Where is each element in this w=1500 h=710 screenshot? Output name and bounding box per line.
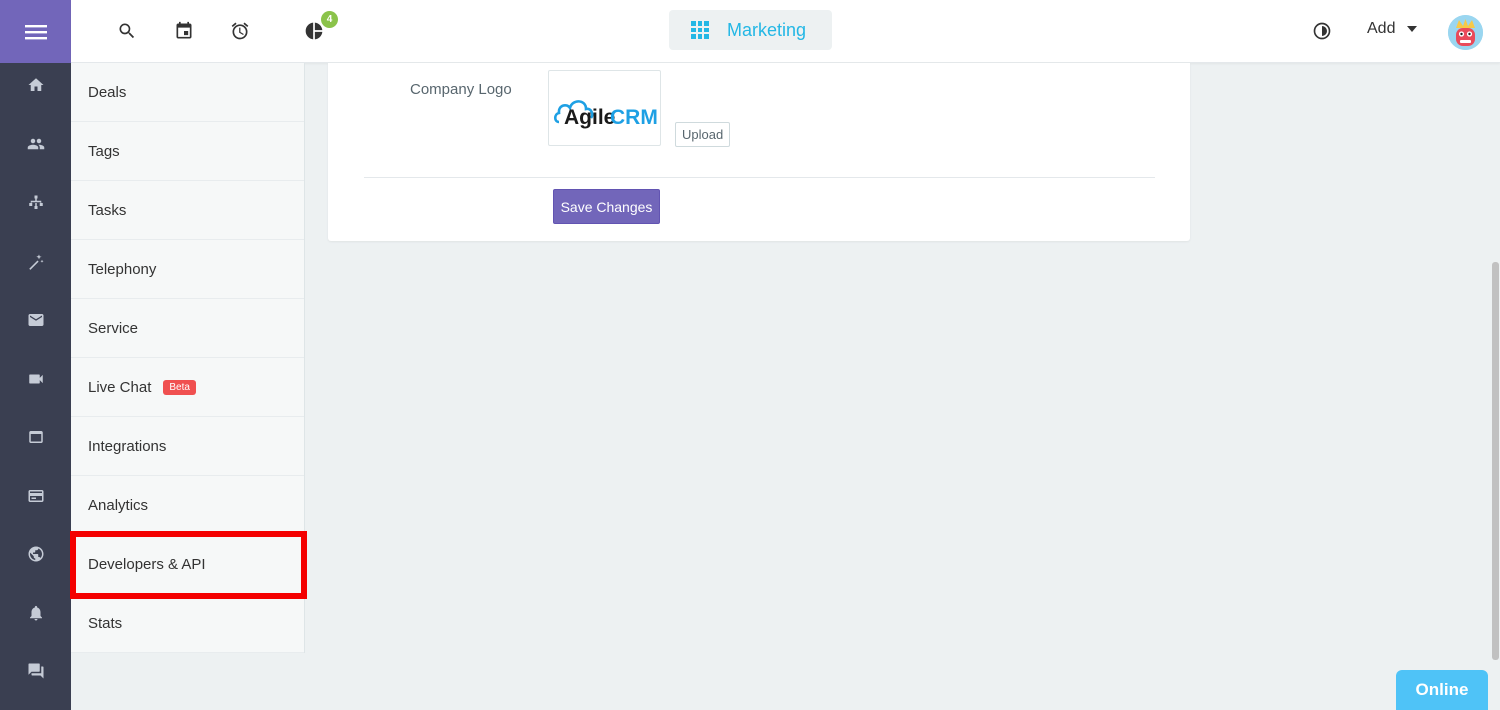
add-label: Add xyxy=(1367,20,1396,37)
agilecrm-logo: Agile CRM xyxy=(553,100,657,129)
sidebar-item-label: Tags xyxy=(88,142,120,160)
menu-toggle-button[interactable] xyxy=(0,0,71,63)
nav-home[interactable] xyxy=(0,70,71,100)
alarm-icon xyxy=(231,22,249,40)
sidebar-item-integrations[interactable]: Integrations xyxy=(71,417,304,476)
home-icon xyxy=(28,78,43,91)
avatar-icon xyxy=(1448,15,1483,50)
add-dropdown[interactable]: Add xyxy=(1367,20,1418,38)
sidebar-item-label: Live Chat xyxy=(88,378,152,396)
globe-icon xyxy=(28,546,43,562)
nav-web[interactable] xyxy=(0,539,71,569)
logo-text-agile: Agile xyxy=(564,106,615,129)
sidebar-item-label: Stats xyxy=(88,614,123,632)
form-divider xyxy=(364,177,1155,178)
nav-companies[interactable] xyxy=(0,188,71,218)
magic-wand-icon xyxy=(28,254,43,270)
nav-landing-pages[interactable] xyxy=(0,422,71,452)
sidebar-item-stats[interactable]: Stats xyxy=(71,594,304,653)
sidebar-item-tasks[interactable]: Tasks xyxy=(71,181,304,240)
online-chat-widget[interactable]: Online xyxy=(1396,670,1488,710)
top-header: 4 Marketing Add xyxy=(71,0,1500,63)
caret-down-icon xyxy=(1407,26,1418,32)
window-icon xyxy=(28,431,43,443)
sidebar-item-label: Deals xyxy=(88,83,127,101)
chat-icon xyxy=(28,663,43,679)
nav-forms[interactable] xyxy=(0,481,71,511)
contacts-icon xyxy=(27,138,44,150)
card-icon xyxy=(28,490,43,502)
sidebar-item-live-chat[interactable]: Live Chat Beta xyxy=(71,358,304,417)
video-icon xyxy=(28,374,43,384)
account-settings-panel: Company Logo Agile CRM Upload Save Chang… xyxy=(328,63,1190,241)
pie-chart-icon xyxy=(305,22,323,40)
bell-icon xyxy=(29,605,42,621)
notification-count-badge: 4 xyxy=(321,11,338,28)
sidebar-item-developers-api[interactable]: Developers & API xyxy=(71,535,304,594)
sidebar-item-tags[interactable]: Tags xyxy=(71,122,304,181)
contrast-icon xyxy=(1313,22,1331,40)
nav-contacts[interactable] xyxy=(0,129,71,159)
sidebar-item-analytics[interactable]: Analytics xyxy=(71,476,304,535)
nav-chat[interactable] xyxy=(0,656,71,686)
icon-rail xyxy=(0,0,71,710)
mail-icon xyxy=(28,314,43,326)
beta-badge: Beta xyxy=(163,379,196,395)
user-avatar[interactable] xyxy=(1448,15,1483,50)
sidebar-item-label: Integrations xyxy=(88,437,167,455)
search-icon xyxy=(119,23,135,39)
menu-icon xyxy=(24,24,47,39)
admin-settings-sidebar: Deals Tags Tasks Telephony Service Live … xyxy=(71,63,305,653)
tasks-alarm-button[interactable] xyxy=(227,18,253,44)
sidebar-item-label: Telephony xyxy=(88,260,157,278)
upload-logo-button[interactable]: Upload xyxy=(675,122,731,147)
sidebar-item-telephony[interactable]: Telephony xyxy=(71,240,304,299)
calendar-button[interactable] xyxy=(171,18,197,44)
company-logo-preview: Agile CRM xyxy=(548,70,661,146)
nav-notifications[interactable] xyxy=(0,598,71,628)
logo-text-crm: CRM xyxy=(610,106,657,129)
nav-email[interactable] xyxy=(0,305,71,335)
grid-icon xyxy=(691,21,709,39)
sidebar-item-label: Service xyxy=(88,319,139,337)
page-scrollbar[interactable] xyxy=(1492,262,1499,660)
hierarchy-icon xyxy=(28,195,43,209)
search-button[interactable] xyxy=(114,18,140,44)
nav-video[interactable] xyxy=(0,364,71,394)
calendar-icon xyxy=(176,21,192,39)
sidebar-item-label: Tasks xyxy=(88,201,127,219)
nav-campaigns[interactable] xyxy=(0,247,71,277)
company-logo-label: Company Logo xyxy=(410,81,512,98)
module-label: Marketing xyxy=(727,19,807,40)
sidebar-item-label: Developers & API xyxy=(88,555,206,573)
sidebar-item-deals[interactable]: Deals xyxy=(71,63,304,122)
save-changes-button[interactable]: Save Changes xyxy=(553,189,660,224)
sidebar-item-label: Analytics xyxy=(88,496,149,514)
sidebar-item-service[interactable]: Service xyxy=(71,299,304,358)
theme-toggle-button[interactable] xyxy=(1309,18,1335,44)
module-switcher[interactable]: Marketing xyxy=(669,10,832,50)
